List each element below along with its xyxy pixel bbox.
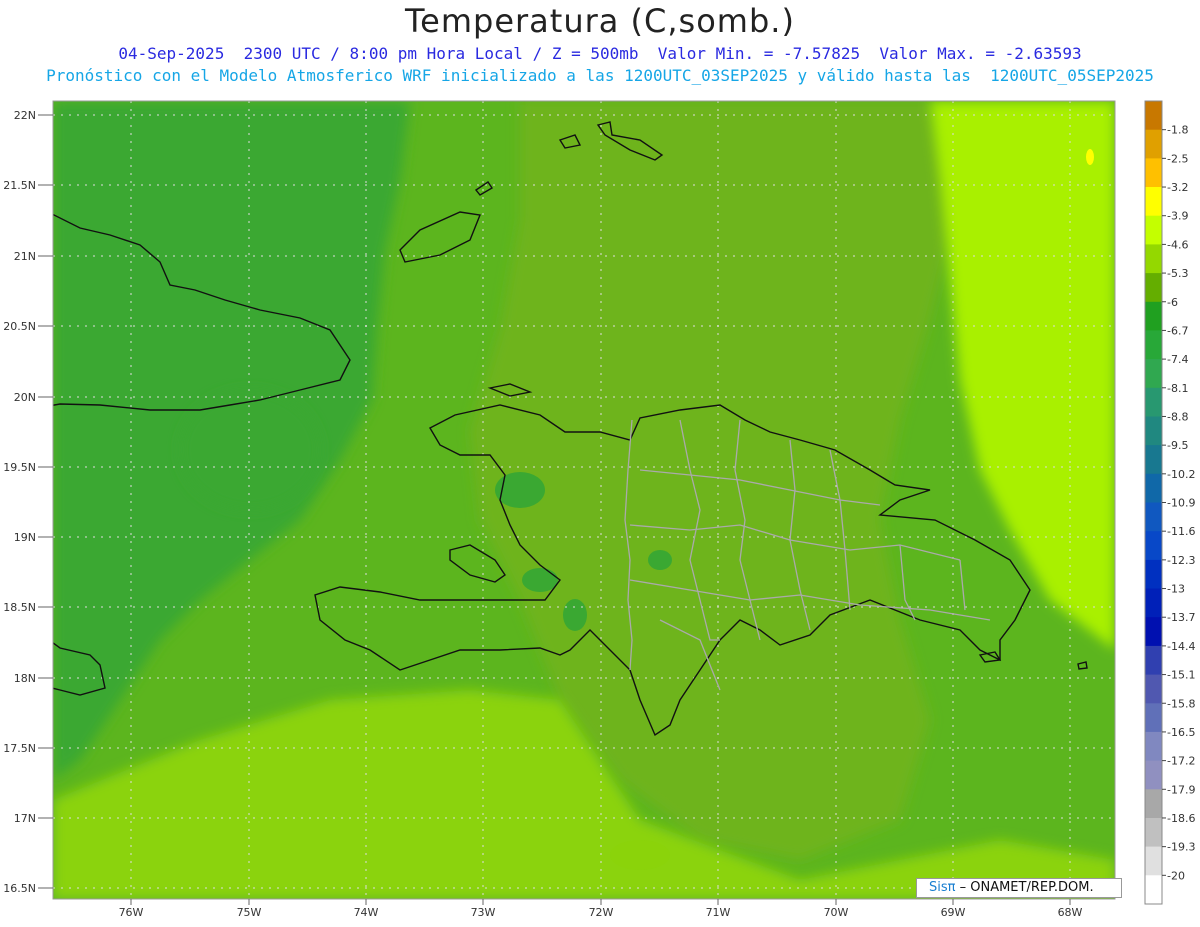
- colorbar-swatch: [1145, 158, 1162, 188]
- longitude-ticks: [130, 899, 1071, 905]
- lat-tick-label: 18.5N: [3, 601, 36, 614]
- colorbar-swatch: [1145, 731, 1162, 762]
- lon-tick-label: 69W: [941, 906, 966, 919]
- colorbar: -1.8 -2.5 -3.2 -3.9 -4.6 -5.3 -6 -6.7 -7.4 -8.1 -8…: [1144, 100, 1195, 905]
- lat-tick-label: 16.5N: [3, 882, 36, 895]
- lon-tick-label: 71W: [706, 906, 731, 919]
- sispi-logo: Sisπ: [929, 880, 956, 895]
- colorbar-label: -18.6: [1167, 812, 1195, 825]
- colorbar-label: -17.9: [1167, 783, 1195, 796]
- colorbar-swatch: [1145, 875, 1162, 905]
- colorbar-label: -12.3: [1167, 554, 1195, 567]
- colorbar-swatch: [1145, 359, 1162, 389]
- field-patch: [180, 390, 320, 510]
- colorbar-label: -8.8: [1167, 410, 1188, 423]
- colorbar-label: -6.7: [1167, 324, 1188, 337]
- colorbar-label: -15.8: [1167, 697, 1195, 710]
- field-patch: [1086, 149, 1094, 165]
- colorbar-swatch: [1145, 387, 1162, 417]
- field-patch: [563, 599, 587, 631]
- lon-tick-label: 72W: [589, 906, 614, 919]
- lat-tick-label: 19.5N: [3, 461, 36, 474]
- colorbar-label: -19.3: [1167, 841, 1195, 854]
- colorbar-swatch: [1145, 416, 1162, 446]
- lon-tick-label: 68W: [1058, 906, 1083, 919]
- lat-tick-label: 21.5N: [3, 179, 36, 192]
- colorbar-swatch: [1145, 588, 1162, 618]
- colorbar-label: -13.7: [1167, 611, 1195, 624]
- colorbar-label: -10.9: [1167, 497, 1195, 510]
- colorbar-swatch: [1145, 330, 1162, 360]
- colorbar-label: -15.1: [1167, 669, 1195, 682]
- lat-tick-label: 20N: [14, 391, 36, 404]
- temperature-map: 22N 21.5N 21N 20.5N 20N 19.5N 19N 18.5N …: [3, 100, 1195, 919]
- colorbar-swatch: [1145, 617, 1162, 647]
- latitude-ticks: [38, 114, 53, 889]
- colorbar-swatch: [1145, 244, 1162, 274]
- colorbar-label: -17.2: [1167, 755, 1195, 768]
- lon-tick-label: 74W: [354, 906, 379, 919]
- colorbar-label: -10.2: [1167, 468, 1195, 481]
- colorbar-swatch: [1145, 703, 1162, 733]
- field-patch: [522, 568, 558, 592]
- field-patch: [648, 550, 672, 570]
- colorbar-label: -16.5: [1167, 726, 1195, 739]
- lat-tick-label: 18N: [14, 672, 36, 685]
- credit-text: – ONAMET/REP.DOM.: [955, 880, 1094, 895]
- colorbar-swatch: [1145, 818, 1162, 848]
- colorbar-swatch: [1145, 645, 1162, 676]
- colorbar-label: -2.5: [1167, 152, 1188, 165]
- colorbar-swatch: [1145, 273, 1162, 303]
- colorbar-label: -4.6: [1167, 238, 1188, 251]
- colorbar-label: -13: [1167, 583, 1185, 596]
- lat-tick-label: 21N: [14, 250, 36, 263]
- colorbar-label: -7.4: [1167, 353, 1188, 366]
- colorbar-swatch: [1145, 215, 1162, 245]
- lat-tick-label: 17.5N: [3, 742, 36, 755]
- lon-tick-label: 75W: [237, 906, 262, 919]
- longitude-axis: 76W 75W 74W 73W 72W 71W 70W 69W 68W: [119, 906, 1083, 919]
- colorbar-swatch: [1145, 789, 1162, 819]
- credit-box: Sisπ – ONAMET/REP.DOM.: [916, 878, 1122, 898]
- latitude-axis: 22N 21.5N 21N 20.5N 20N 19.5N 19N 18.5N …: [3, 109, 36, 895]
- lon-tick-label: 70W: [824, 906, 849, 919]
- colorbar-swatch: [1145, 101, 1162, 131]
- colorbar-label: -9.5: [1167, 439, 1188, 452]
- colorbar-swatch: [1145, 559, 1162, 590]
- lon-tick-label: 76W: [119, 906, 144, 919]
- colorbar-label: -11.6: [1167, 525, 1195, 538]
- colorbar-label: -6: [1167, 296, 1178, 309]
- colorbar-label: -5.3: [1167, 267, 1188, 280]
- colorbar-swatch: [1145, 129, 1162, 159]
- colorbar-label: -14.4: [1167, 640, 1195, 653]
- lat-tick-label: 20.5N: [3, 320, 36, 333]
- colorbar-swatch: [1145, 674, 1162, 704]
- colorbar-swatch: [1145, 473, 1162, 503]
- colorbar-swatch: [1145, 531, 1162, 561]
- colorbar-label: -8.1: [1167, 382, 1188, 395]
- lat-tick-label: 19N: [14, 531, 36, 544]
- lat-tick-label: 22N: [14, 109, 36, 122]
- colorbar-swatch: [1145, 760, 1162, 790]
- map-plot-area: [53, 101, 1115, 899]
- colorbar-swatch: [1145, 445, 1162, 475]
- colorbar-label: -3.2: [1167, 181, 1188, 194]
- colorbar-label: -3.9: [1167, 210, 1188, 223]
- colorbar-swatch: [1145, 187, 1162, 217]
- colorbar-swatch: [1145, 846, 1162, 876]
- lon-tick-label: 73W: [471, 906, 496, 919]
- colorbar-label: -1.8: [1167, 124, 1188, 137]
- colorbar-label: -20: [1167, 869, 1185, 882]
- colorbar-swatch: [1145, 301, 1162, 331]
- field-patch: [610, 840, 670, 870]
- lat-tick-label: 17N: [14, 812, 36, 825]
- colorbar-swatch: [1145, 502, 1162, 532]
